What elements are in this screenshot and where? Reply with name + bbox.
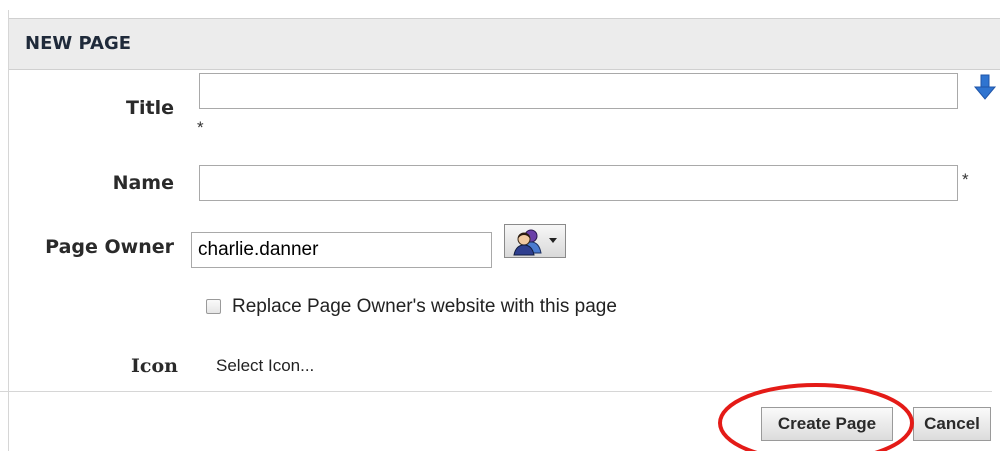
name-required-marker: *	[962, 170, 969, 189]
name-input[interactable]	[199, 165, 958, 201]
replace-website-checkbox[interactable]	[206, 299, 221, 314]
cancel-button[interactable]: Cancel	[913, 407, 991, 441]
icon-label: Icon	[131, 355, 178, 377]
footer-divider	[0, 391, 992, 392]
name-label: Name	[112, 172, 174, 194]
blue-down-arrow-icon[interactable]	[973, 72, 997, 102]
dialog-header: NEW PAGE	[9, 18, 1000, 70]
dialog-title: NEW PAGE	[25, 33, 132, 54]
create-page-button[interactable]: Create Page	[761, 407, 893, 441]
title-required-marker: *	[197, 118, 204, 137]
title-label: Title	[126, 97, 174, 119]
replace-website-label[interactable]: Replace Page Owner's website with this p…	[232, 296, 617, 318]
owner-picker-button[interactable]	[504, 224, 566, 258]
page-owner-label: Page Owner	[45, 236, 174, 258]
title-input[interactable]	[199, 73, 958, 109]
dropdown-caret-icon	[549, 238, 557, 243]
page-owner-input[interactable]	[191, 232, 492, 268]
people-picker-icon	[513, 229, 557, 256]
select-icon-link[interactable]: Select Icon...	[216, 356, 314, 376]
